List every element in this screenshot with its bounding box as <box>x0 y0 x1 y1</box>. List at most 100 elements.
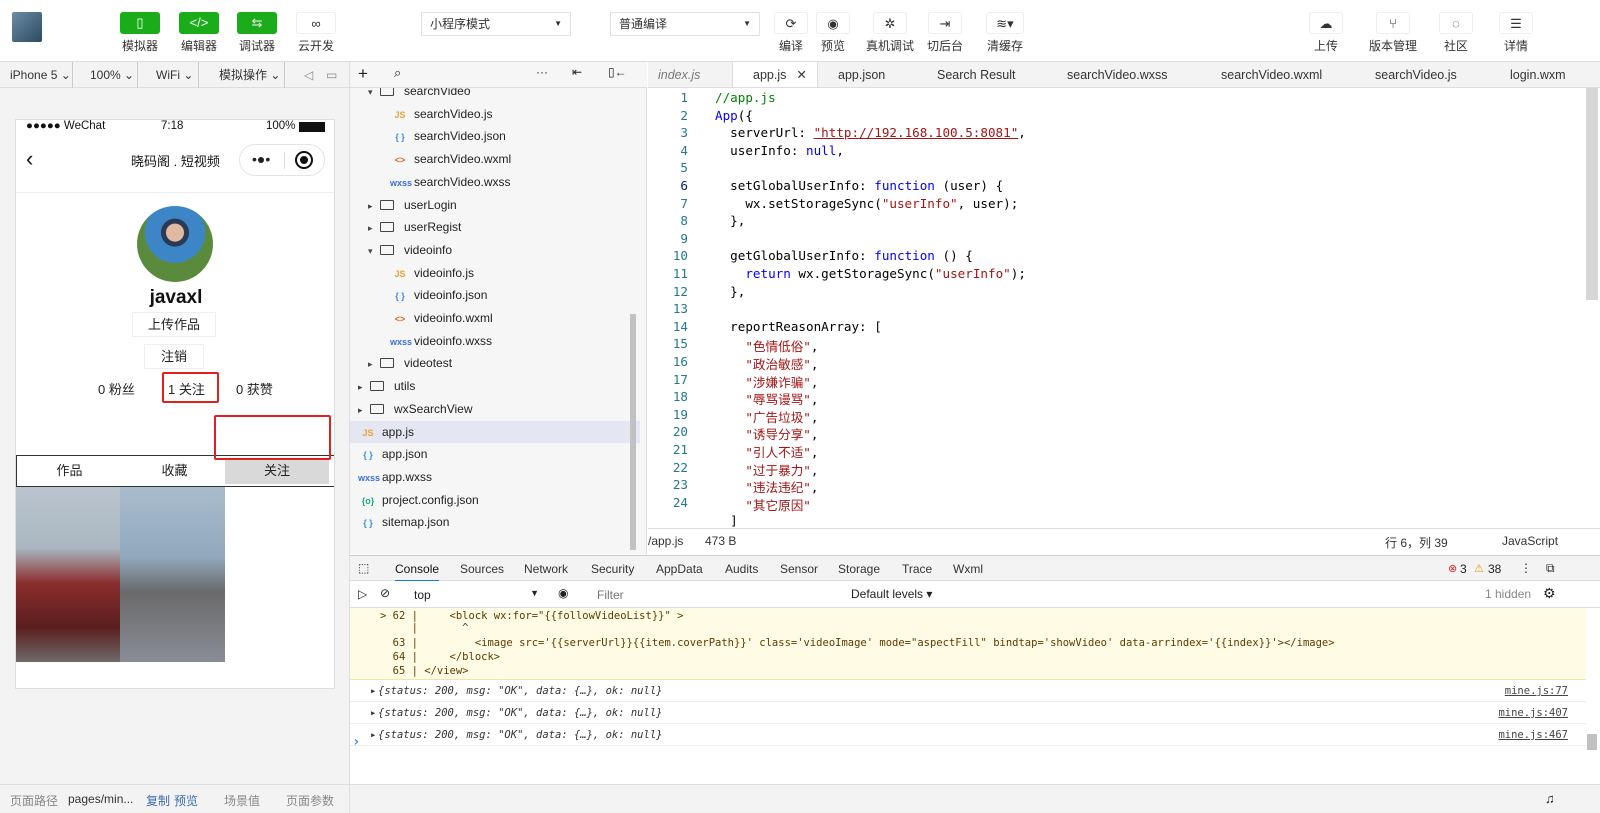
tab-wxml[interactable]: Wxml <box>953 556 983 582</box>
zoom-select[interactable]: 100% ⌄ <box>90 62 138 88</box>
tree-item[interactable]: JS searchVideo.js <box>350 103 640 125</box>
tree-item[interactable]: <> searchVideo.wxml <box>350 148 640 170</box>
tree-item[interactable]: { } app.json <box>350 443 640 465</box>
window-icon[interactable]: ▭ <box>326 62 337 88</box>
more-vert-icon[interactable]: ⋮ <box>1520 561 1532 575</box>
more-icon[interactable]: •●• <box>252 151 270 167</box>
cloud-dev-button[interactable]: ∞ 云开发 <box>291 12 341 54</box>
eye-icon[interactable]: ◉ <box>558 586 568 600</box>
video-thumbnail[interactable] <box>120 487 225 662</box>
likes-count[interactable]: 0 获赞 <box>236 379 273 398</box>
chevron-right-icon[interactable]: ▸ <box>358 376 370 398</box>
chevron-down-icon[interactable]: ▾ <box>368 240 380 262</box>
tree-item[interactable]: JS app.js <box>350 420 640 443</box>
tab-sensor[interactable]: Sensor <box>780 556 818 582</box>
copy-link[interactable]: 复制 <box>146 792 170 809</box>
tree-item[interactable]: ▸ videotest <box>350 352 640 374</box>
chevron-right-icon[interactable]: ▸ <box>368 353 380 375</box>
sidebar-toggle-icon[interactable]: ▷ <box>358 587 367 601</box>
error-count[interactable]: 3 <box>1460 562 1467 576</box>
back-icon[interactable]: ‹ <box>26 146 33 172</box>
tree-item[interactable]: ▸ userRegist <box>350 216 640 238</box>
tree-item[interactable]: wxss videoinfo.wxss <box>350 330 640 352</box>
compile-button[interactable]: ⟳ 编译 <box>770 12 812 54</box>
expand-triangle-icon[interactable]: ▸ <box>370 680 376 702</box>
more-icon[interactable]: ··· <box>536 65 548 79</box>
simulator-button[interactable]: ▯ 模拟器 <box>115 12 165 54</box>
tree-item[interactable]: { } searchVideo.json <box>350 125 640 147</box>
tree-item[interactable]: ▸ utils <box>350 375 640 397</box>
tab-app-json[interactable]: app.json <box>838 62 885 87</box>
editor-scrollbar[interactable] <box>1586 88 1598 300</box>
upload-work-button[interactable]: 上传作品 <box>132 312 216 337</box>
tab-index-js[interactable]: index.js <box>658 62 728 87</box>
volume-icon[interactable]: ◁ <box>304 62 313 88</box>
tab-audits[interactable]: Audits <box>725 556 758 582</box>
tab-console[interactable]: Console <box>395 556 440 582</box>
tab-searchvideo-wxml[interactable]: searchVideo.wxml <box>1221 62 1322 87</box>
tree-item[interactable]: ▸ userLogin <box>350 194 640 216</box>
log-levels-select[interactable]: Default levels ▾ <box>851 587 932 601</box>
community-button[interactable]: ◌ 社区 <box>1431 12 1481 54</box>
tab-favorites[interactable]: 收藏 <box>122 456 227 486</box>
warning-count[interactable]: 38 <box>1488 562 1501 576</box>
tab-login-wxml[interactable]: login.wxm <box>1510 62 1566 87</box>
clear-cache-button[interactable]: ≋▾ 清缓存 <box>980 12 1030 54</box>
tab-trace[interactable]: Trace <box>902 556 932 582</box>
tree-item[interactable]: wxss app.wxss <box>350 466 640 488</box>
upload-button[interactable]: ☁ 上传 <box>1301 12 1351 54</box>
context-select[interactable]: top ▼ <box>407 585 542 603</box>
tab-storage[interactable]: Storage <box>838 556 880 582</box>
scene-value-link[interactable]: 场景值 <box>224 792 260 809</box>
inspect-icon[interactable]: ⬚ <box>358 561 369 575</box>
search-icon[interactable]: ⌕ <box>394 65 401 81</box>
close-icon[interactable]: ✕ <box>796 68 806 82</box>
preview-button[interactable]: ◉ 预览 <box>812 12 854 54</box>
debugger-button[interactable]: ⇆ 调试器 <box>232 12 282 54</box>
compile-mode-select[interactable]: 普通编译 ▼ <box>610 12 760 36</box>
console-log-row[interactable]: ▸ {status: 200, msg: "OK", data: {…}, ok… <box>350 724 1586 746</box>
tree-item[interactable]: ▾ searchVideo <box>350 88 640 102</box>
tab-searchvideo-wxss[interactable]: searchVideo.wxss <box>1067 62 1168 87</box>
version-button[interactable]: ⑂ 版本管理 <box>1361 12 1425 54</box>
tab-app-js[interactable]: app.js ✕ <box>732 62 818 87</box>
console-scrollbar[interactable] <box>1587 734 1597 750</box>
tab-appdata[interactable]: AppData <box>656 556 703 582</box>
chevron-down-icon[interactable]: ▾ <box>368 88 380 103</box>
code-editor[interactable]: 1 //app.js 2 App({ 3 serverUrl: "http://19… <box>648 88 1600 528</box>
collapse-icon[interactable]: ⇤ <box>572 65 582 79</box>
logout-button[interactable]: 注销 <box>144 344 204 369</box>
tree-item[interactable]: wxss searchVideo.wxss <box>350 171 640 193</box>
log-source-link[interactable]: mine.js:467 <box>1498 724 1568 746</box>
tree-scrollbar[interactable] <box>630 314 636 550</box>
tab-searchvideo-js[interactable]: searchVideo.js <box>1375 62 1457 87</box>
chevron-right-icon[interactable]: ▸ <box>368 217 380 239</box>
video-thumbnail[interactable] <box>16 487 121 662</box>
log-source-link[interactable]: mine.js:77 <box>1505 680 1568 702</box>
tree-item[interactable]: ▾ videoinfo <box>350 239 640 261</box>
mode-select[interactable]: 小程序模式 ▼ <box>421 12 571 36</box>
close-miniprogram-icon[interactable] <box>295 151 313 169</box>
tree-item[interactable]: {o} project.config.json <box>350 489 640 511</box>
tree-item[interactable]: { } sitemap.json <box>350 511 640 533</box>
network-select[interactable]: WiFi ⌄ <box>156 62 199 88</box>
avatar[interactable] <box>137 206 213 282</box>
cursor-position[interactable]: 行 6，列 39 <box>1385 534 1448 551</box>
tab-works[interactable]: 作品 <box>17 456 122 486</box>
fans-count[interactable]: 0 粉丝 <box>98 379 135 398</box>
log-source-link[interactable]: mine.js:407 <box>1498 702 1568 724</box>
sim-ops-select[interactable]: 模拟操作 ⌄ <box>219 62 285 88</box>
toggle-panel-icon[interactable]: ▯← <box>608 65 627 79</box>
tree-item[interactable]: { } videoinfo.json <box>350 284 640 306</box>
console-filter-input[interactable] <box>590 585 840 604</box>
page-params-link[interactable]: 页面参数 <box>286 792 334 809</box>
tree-item[interactable]: ▸ wxSearchView <box>350 398 640 420</box>
tab-sources[interactable]: Sources <box>460 556 504 582</box>
bell-icon[interactable]: ♫ <box>1545 791 1555 806</box>
chevron-right-icon[interactable]: ▸ <box>368 195 380 217</box>
project-avatar[interactable] <box>12 12 42 42</box>
editor-button[interactable]: </> 编辑器 <box>174 12 224 54</box>
tree-item[interactable]: JS videoinfo.js <box>350 262 640 284</box>
expand-triangle-icon[interactable]: ▸ <box>370 702 376 724</box>
language-mode[interactable]: JavaScript <box>1502 534 1558 548</box>
